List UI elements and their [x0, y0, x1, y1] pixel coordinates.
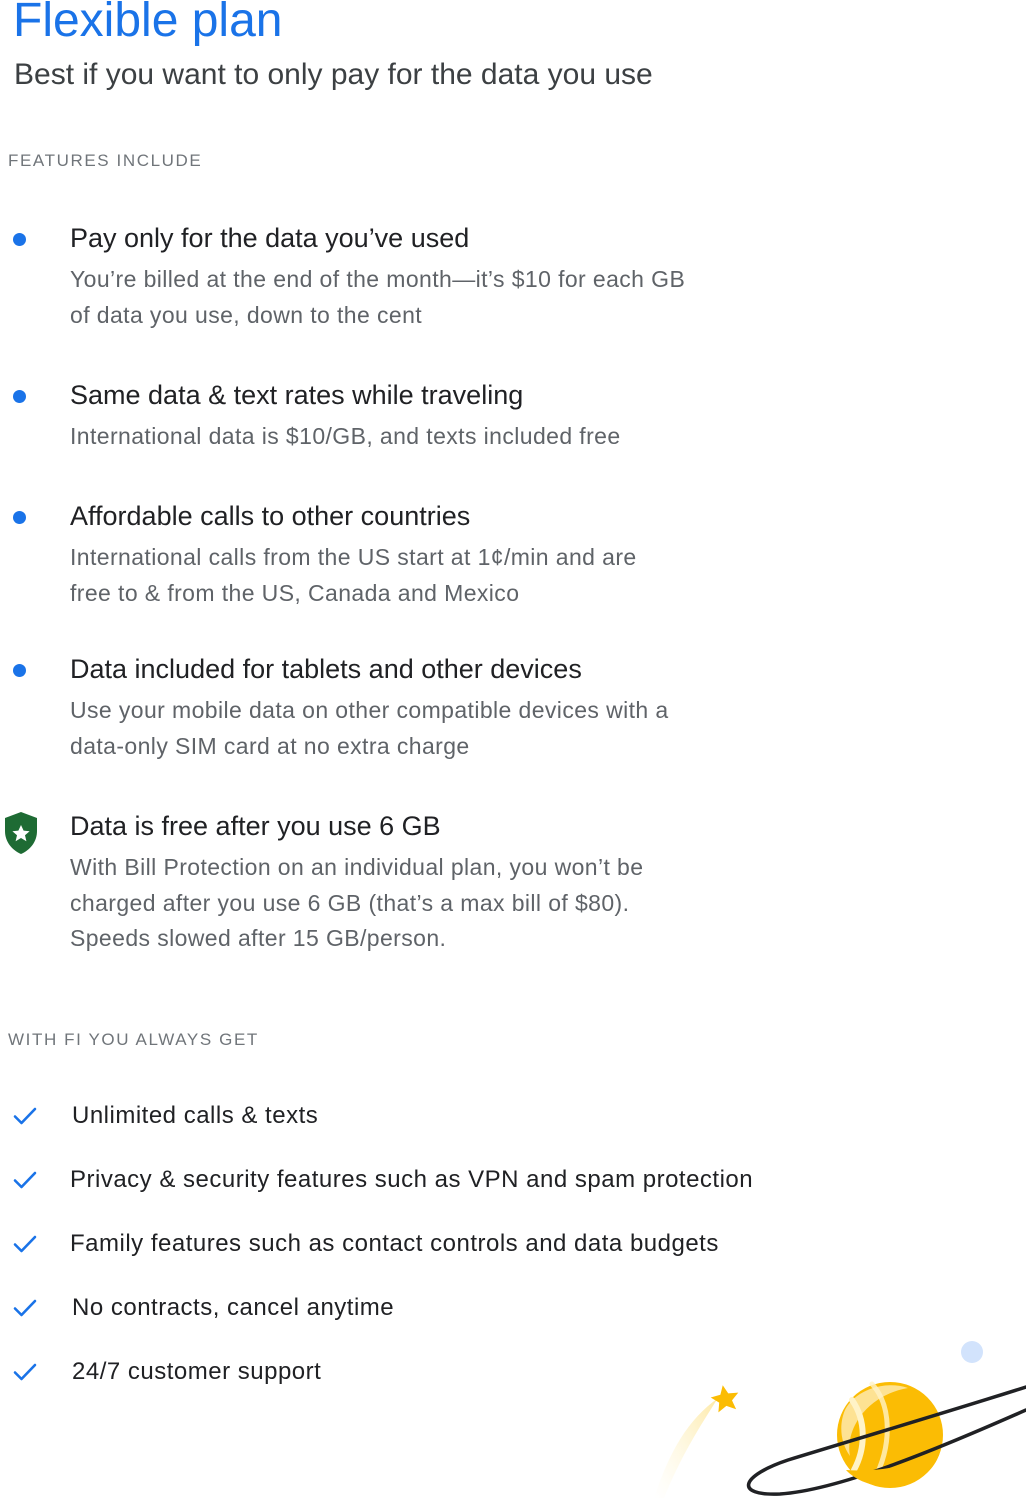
bullet-dot-icon: [13, 390, 26, 403]
feature-title: Data included for tablets and other devi…: [70, 654, 582, 684]
checkmark-icon: [13, 1363, 37, 1381]
bullet-dot-icon: [13, 511, 26, 524]
feature-title: Affordable calls to other countries: [70, 501, 471, 531]
checklist-text: Family features such as contact controls…: [70, 1230, 719, 1257]
checkmark-icon: [13, 1107, 37, 1125]
shield-star-icon: [5, 812, 37, 854]
always-section-label: WITH FI YOU ALWAYS GET: [8, 1030, 259, 1049]
feature-description: You’re billed at the end of the month—it…: [70, 266, 686, 328]
feature-title: Data is free after you use 6 GB: [70, 811, 441, 841]
checklist-item: No contracts, cancel anytime: [0, 1293, 1026, 1333]
checklist-item: Unlimited calls & texts: [0, 1101, 1026, 1141]
feature-title: Pay only for the data you’ve used: [70, 223, 470, 253]
feature-description: International calls from the US start at…: [70, 544, 637, 606]
checkmark-icon: [13, 1235, 37, 1253]
checklist-item: Family features such as contact controls…: [0, 1229, 1026, 1269]
feature-description: With Bill Protection on an individual pl…: [70, 854, 644, 951]
checkmark-icon: [13, 1171, 37, 1189]
checklist-text: Privacy & security features such as VPN …: [70, 1166, 754, 1193]
bullet-dot-icon: [13, 664, 26, 677]
feature-description: International data is $10/GB, and texts …: [70, 423, 621, 449]
plan-title: Flexible plan: [13, 0, 283, 47]
planet-with-shooting-star-icon: [654, 1341, 1026, 1498]
bullet-dot-icon: [13, 233, 26, 246]
checklist-text: No contracts, cancel anytime: [72, 1294, 395, 1321]
feature-title: Same data & text rates while traveling: [70, 380, 524, 410]
checkmark-icon: [13, 1299, 37, 1317]
checklist-text: 24/7 customer support: [72, 1358, 322, 1385]
feature-description: Use your mobile data on other compatible…: [70, 697, 669, 759]
plan-subtitle: Best if you want to only pay for the dat…: [14, 58, 653, 91]
features-section-label: FEATURES INCLUDE: [8, 151, 203, 170]
checklist-text: Unlimited calls & texts: [72, 1102, 319, 1129]
checklist-item: Privacy & security features such as VPN …: [0, 1165, 1026, 1205]
